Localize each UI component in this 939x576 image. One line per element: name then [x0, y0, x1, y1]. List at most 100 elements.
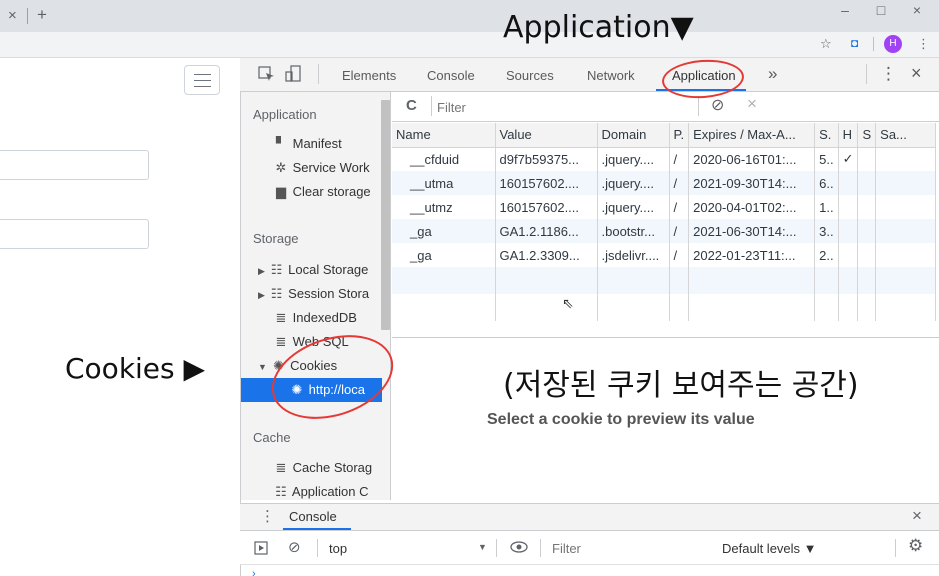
- empty-cell: [392, 294, 496, 321]
- column-header-domain[interactable]: Domain: [597, 123, 670, 148]
- tab-divider: [318, 64, 319, 84]
- section-header-application: Application: [253, 107, 317, 122]
- database-icon: ≣: [275, 310, 287, 325]
- cell-secure: [857, 195, 877, 219]
- drawer-tab-console[interactable]: Console: [289, 509, 337, 524]
- drawer-menu-icon[interactable]: ⋮: [260, 507, 275, 525]
- profile-avatar[interactable]: H: [884, 35, 902, 53]
- page-input-1[interactable]: [0, 150, 149, 180]
- eye-icon[interactable]: [510, 540, 528, 554]
- tab-network[interactable]: Network: [587, 68, 635, 83]
- sidebar-item-manifest[interactable]: ▘ Manifest: [273, 136, 381, 152]
- more-tabs-button[interactable]: »: [768, 64, 777, 84]
- empty-cell: [838, 294, 859, 321]
- browser-menu-icon[interactable]: ⋮: [917, 36, 930, 52]
- annotation-cookie-area: (저장된 쿠키 보여주는 공간): [503, 368, 859, 403]
- cookie-table: Name Value Domain P. Expires / Max-A... …: [392, 123, 937, 321]
- column-header-httponly[interactable]: H: [838, 123, 859, 148]
- window-close-button[interactable]: ×: [906, 2, 928, 18]
- address-bar[interactable]: [0, 32, 939, 58]
- device-toolbar-icon[interactable]: [285, 65, 303, 83]
- table-row[interactable]: __cfduid d9f7b59375... .jquery..../2020-06…: [392, 147, 937, 171]
- cell-secure: [857, 219, 877, 243]
- table-row[interactable]: __utma 160157602.... .jquery..../2021-09-3…: [392, 171, 937, 195]
- tab-divider: [866, 64, 867, 84]
- cell-domain: .jquery....: [597, 147, 670, 171]
- cell-samesite: [875, 195, 937, 219]
- tab-console[interactable]: Console: [427, 68, 475, 83]
- column-header-expires[interactable]: Expires / Max-A...: [688, 123, 816, 148]
- cell-domain: .bootstr...: [597, 219, 670, 243]
- cell-httponly: [838, 171, 859, 195]
- sidebar-item-session-storage[interactable]: ▶ ☷ Session Stora: [258, 286, 381, 302]
- navbar-toggler-button[interactable]: [184, 65, 220, 95]
- column-header-samesite[interactable]: Sa...: [875, 123, 937, 148]
- sidebar-scrollbar[interactable]: [381, 100, 390, 330]
- cell-path: /: [669, 243, 690, 267]
- drawer-close-icon[interactable]: ×: [912, 506, 922, 526]
- cookie-filter-input[interactable]: [437, 96, 687, 118]
- table-row[interactable]: __utmz 160157602.... .jquery..../2020-04-0…: [392, 195, 937, 219]
- column-header-name[interactable]: Name: [392, 123, 496, 148]
- toolbar-divider: [873, 37, 874, 51]
- cell-httponly: [838, 243, 859, 267]
- annotation-application: Application▼: [503, 10, 694, 45]
- refresh-icon[interactable]: C: [406, 97, 417, 114]
- clear-console-icon[interactable]: ⊘: [288, 538, 301, 556]
- page-input-2[interactable]: [0, 219, 149, 249]
- sidebar-item-cache-storage[interactable]: ≣ Cache Storag: [273, 460, 381, 476]
- new-tab-button[interactable]: +: [37, 5, 47, 25]
- collapse-arrow-icon[interactable]: ▼: [258, 362, 267, 372]
- inspect-element-icon[interactable]: [258, 66, 276, 82]
- tab-elements[interactable]: Elements: [342, 68, 396, 83]
- hamburger-line: [194, 86, 211, 87]
- devtools-menu-icon[interactable]: ⋮: [880, 64, 897, 84]
- minimize-button[interactable]: –: [834, 2, 856, 18]
- cell-path: /: [669, 195, 690, 219]
- extension-icon[interactable]: ◘: [851, 36, 858, 50]
- table-row[interactable]: _ga GA1.2.3309... .jsdelivr..../2022-01-23…: [392, 243, 937, 267]
- expand-arrow-icon[interactable]: ▶: [258, 290, 265, 300]
- delete-selected-icon[interactable]: ×: [747, 94, 757, 114]
- cell-value: GA1.2.3309...: [495, 243, 598, 267]
- sidebar-toggle-icon[interactable]: [254, 541, 268, 555]
- empty-cell: [814, 294, 839, 321]
- console-settings-gear-icon[interactable]: ⚙: [908, 536, 923, 556]
- maximize-button[interactable]: □: [870, 2, 892, 18]
- table-row[interactable]: _ga GA1.2.1186... .bootstr.../2021-06-30T1…: [392, 219, 937, 243]
- cell-samesite: [875, 147, 937, 171]
- trash-icon: ▆: [276, 184, 286, 199]
- context-selector[interactable]: top: [329, 541, 347, 556]
- sidebar-item-service-workers[interactable]: ✲ Service Work: [273, 160, 381, 176]
- devtools-close-icon[interactable]: ×: [911, 63, 922, 84]
- empty-cell: [597, 294, 670, 321]
- column-header-secure[interactable]: S: [857, 123, 877, 148]
- empty-cell: [688, 267, 816, 294]
- clear-all-icon[interactable]: ⊘: [711, 95, 724, 115]
- database-icon: ≣: [275, 334, 287, 349]
- cell-samesite: [875, 219, 937, 243]
- column-header-path[interactable]: P.: [669, 123, 690, 148]
- log-levels-dropdown[interactable]: Default levels ▼: [722, 541, 817, 556]
- sidebar-item-clear-storage[interactable]: ▆ Clear storage: [273, 184, 381, 200]
- cell-value: 160157602....: [495, 195, 598, 219]
- cell-path: /: [669, 219, 690, 243]
- empty-cell: [814, 267, 839, 294]
- cell-size: 5..: [814, 147, 839, 171]
- tab-close-icon[interactable]: ×: [8, 7, 17, 24]
- column-header-value[interactable]: Value: [495, 123, 598, 148]
- console-filter-input[interactable]: [552, 537, 702, 559]
- column-header-size[interactable]: S.: [814, 123, 839, 148]
- sidebar-item-application-cache[interactable]: ☷ Application C: [273, 484, 381, 500]
- bookmark-star-icon[interactable]: ☆: [820, 36, 832, 52]
- mouse-cursor-icon: ⇖: [562, 295, 574, 311]
- context-dropdown-icon[interactable]: ▼: [478, 542, 487, 552]
- page-viewport: [0, 58, 240, 576]
- section-header-storage: Storage: [253, 231, 299, 246]
- sidebar-item-local-storage[interactable]: ▶ ☷ Local Storage: [258, 262, 381, 278]
- cell-size: 1..: [814, 195, 839, 219]
- expand-arrow-icon[interactable]: ▶: [258, 266, 265, 276]
- grid-icon: ☷: [270, 262, 283, 277]
- tab-sources[interactable]: Sources: [506, 68, 554, 83]
- sidebar-item-indexeddb[interactable]: ≣ IndexedDB: [273, 310, 381, 326]
